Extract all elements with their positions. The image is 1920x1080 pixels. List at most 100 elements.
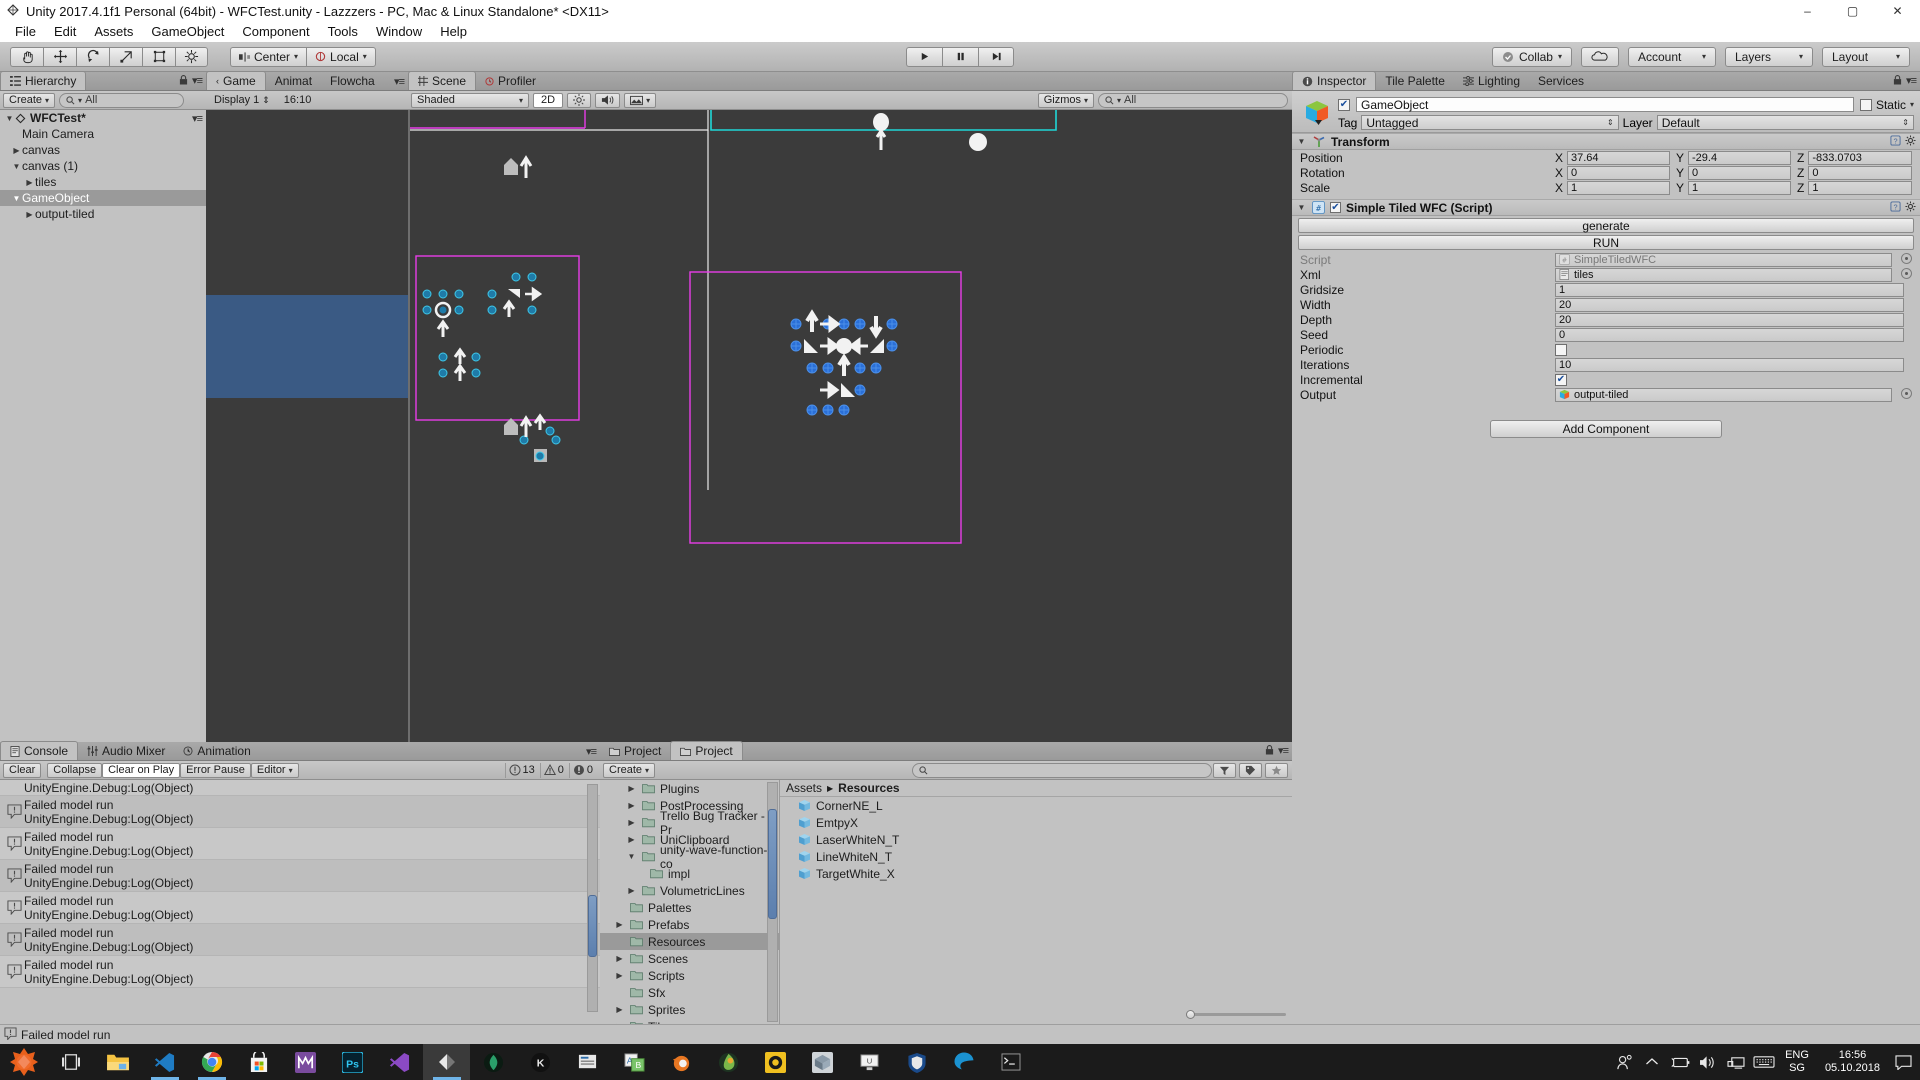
volume-icon[interactable] [1695, 1044, 1721, 1080]
project-tree-item[interactable]: ▶ Scripts [600, 967, 779, 984]
photoshop-icon[interactable]: Ps [329, 1044, 376, 1080]
depth-field[interactable]: 20 [1555, 312, 1904, 327]
pivot-mode-button[interactable]: Center ▾ [230, 46, 307, 67]
tab-console[interactable]: Console [0, 741, 79, 760]
tab-project-1[interactable]: Project [600, 741, 670, 760]
tab-lighting[interactable]: Lighting [1454, 71, 1529, 90]
play-button[interactable] [906, 46, 942, 67]
blender-icon[interactable] [658, 1044, 705, 1080]
console-row[interactable]: Failed model run UnityEngine.Debug:Log(O… [0, 860, 600, 892]
console-warning-count[interactable]: 0 [539, 762, 567, 778]
tab-tile-palette[interactable]: Tile Palette [1376, 71, 1454, 90]
project-tree-item[interactable]: ▶ Prefabs [600, 916, 779, 933]
menu-edit[interactable]: Edit [45, 22, 85, 42]
asset-item[interactable]: LineWhiteN_T [780, 848, 1292, 865]
maximize-button[interactable]: ▢ [1830, 0, 1875, 22]
minimize-button[interactable]: – [1785, 0, 1830, 22]
tab-game[interactable]: ‹ Game [206, 71, 266, 90]
monitor-app-icon[interactable]: U [846, 1044, 893, 1080]
console-info-count[interactable]: 13 [504, 762, 538, 778]
script-field-picker[interactable] [1901, 252, 1912, 264]
generate-button[interactable]: generate [1298, 218, 1914, 233]
periodic-checkbox[interactable] [1555, 343, 1567, 356]
script-settings-icon[interactable] [1905, 200, 1916, 215]
console-list[interactable]: UnityEngine.Debug:Log(Object) Failed mod… [0, 780, 600, 1024]
canvas-expand-triangle[interactable]: ▶ [11, 146, 22, 155]
rotation-x-field[interactable]: 0 [1567, 165, 1670, 180]
menu-assets[interactable]: Assets [85, 22, 142, 42]
chevron-up-icon[interactable] [1639, 1044, 1665, 1080]
asset-item[interactable]: EmtpyX [780, 814, 1292, 831]
menu-help[interactable]: Help [431, 22, 476, 42]
menu-gameobject[interactable]: GameObject [142, 22, 233, 42]
console-clear-button[interactable]: Clear [3, 762, 42, 778]
tab-scene[interactable]: Scene [408, 71, 477, 90]
scene-lighting-toggle[interactable] [567, 92, 592, 108]
transform-help-icon[interactable]: ? [1890, 134, 1901, 149]
position-z-field[interactable]: -833.0703 [1808, 150, 1912, 165]
hierarchy-create-button[interactable]: Create ▾ [3, 92, 56, 108]
project-tree-item[interactable]: ▶ Plugins [600, 780, 779, 797]
edge-icon[interactable] [940, 1044, 987, 1080]
expand-triangle[interactable]: ▶ [614, 954, 625, 963]
script-enabled-checkbox[interactable] [1330, 202, 1341, 213]
project-folder-tree[interactable]: ▶ Plugins ▶ PostProcessing ▶ Trello Bug … [600, 780, 780, 1024]
k-app-icon[interactable]: K [517, 1044, 564, 1080]
expand-triangle[interactable]: ▶ [626, 784, 637, 793]
tab-animator[interactable]: Animat [266, 71, 321, 90]
expand-triangle[interactable]: ▶ [626, 886, 637, 895]
output-field-value[interactable]: output-tiled [1555, 387, 1892, 402]
news-app-icon[interactable] [564, 1044, 611, 1080]
expand-triangle[interactable]: ▶ [614, 971, 625, 980]
breadcrumb-assets[interactable]: Assets [786, 781, 822, 795]
scene-expand-triangle[interactable]: ▼ [4, 114, 15, 123]
visual-studio-icon[interactable] [376, 1044, 423, 1080]
seed-field[interactable]: 0 [1555, 327, 1904, 342]
scale-x-field[interactable]: 1 [1567, 180, 1670, 195]
scene-audio-toggle[interactable] [595, 92, 621, 108]
hierarchy-row-canvas[interactable]: ▶ canvas [0, 142, 206, 158]
layout-button[interactable]: Layout ▾ [1822, 46, 1910, 67]
console-scrollbar[interactable] [587, 784, 598, 1012]
gameobject-enabled-checkbox[interactable] [1338, 98, 1350, 111]
inspector-menu-icon[interactable]: ▾≡ [1906, 74, 1917, 87]
console-scrollbar-thumb[interactable] [588, 895, 597, 957]
game-menu-icon[interactable]: ▾≡ [394, 75, 405, 88]
tag-dropdown[interactable]: Untagged ⇕ [1361, 115, 1619, 130]
project-tree-scrollbar-thumb[interactable] [768, 809, 777, 919]
console-row[interactable]: Failed model run UnityEngine.Debug:Log(O… [0, 796, 600, 828]
hierarchy-row-canvas-1[interactable]: ▼ canvas (1) [0, 158, 206, 174]
battery-icon[interactable] [1667, 1044, 1693, 1080]
scale-tool-button[interactable] [109, 46, 142, 67]
shield-app-icon[interactable] [893, 1044, 940, 1080]
transform-tool-button[interactable] [175, 46, 208, 67]
status-bar[interactable]: Failed model run [0, 1024, 1920, 1044]
inspector-lock-icon[interactable] [1893, 73, 1902, 88]
scene-drawmode-dropdown[interactable]: Shaded ▾ [411, 92, 529, 108]
gameobject-name-field[interactable]: GameObject [1356, 97, 1854, 112]
console-error-count[interactable]: 0 [568, 762, 596, 778]
menu-file[interactable]: File [6, 22, 45, 42]
pivot-rotation-button[interactable]: Local ▾ [306, 46, 376, 67]
start-button[interactable] [0, 1044, 47, 1080]
layers-button[interactable]: Layers ▾ [1725, 46, 1813, 67]
asset-size-slider-knob[interactable] [1186, 1009, 1195, 1019]
microsoft-store-icon[interactable] [235, 1044, 282, 1080]
project-tree-item[interactable]: ▶ Palettes [600, 899, 779, 916]
tab-profiler[interactable]: Profiler [476, 71, 545, 90]
script-foldout-triangle[interactable]: ▼ [1296, 203, 1307, 212]
pause-button[interactable] [942, 46, 978, 67]
tiles-expand-triangle[interactable]: ▶ [24, 178, 35, 187]
unity-icon[interactable] [423, 1044, 470, 1080]
rotation-z-field[interactable]: 0 [1808, 165, 1912, 180]
project-tree-scrollbar[interactable] [767, 782, 778, 1022]
project-tree-item-resources[interactable]: ▶ Resources [600, 933, 779, 950]
hierarchy-row-scene[interactable]: ▼ WFCTest* ▾≡ [0, 110, 206, 126]
hierarchy-row-gameobject[interactable]: ▼ GameObject [0, 190, 206, 206]
scene-2d-toggle[interactable]: 2D [533, 92, 564, 108]
scene-viewport[interactable] [408, 110, 1292, 752]
action-center-icon[interactable] [1890, 1044, 1916, 1080]
expand-triangle[interactable]: ▶ [626, 818, 637, 827]
console-editor-dropdown[interactable]: Editor ▾ [250, 762, 299, 778]
tab-hierarchy[interactable]: Hierarchy [0, 71, 87, 90]
